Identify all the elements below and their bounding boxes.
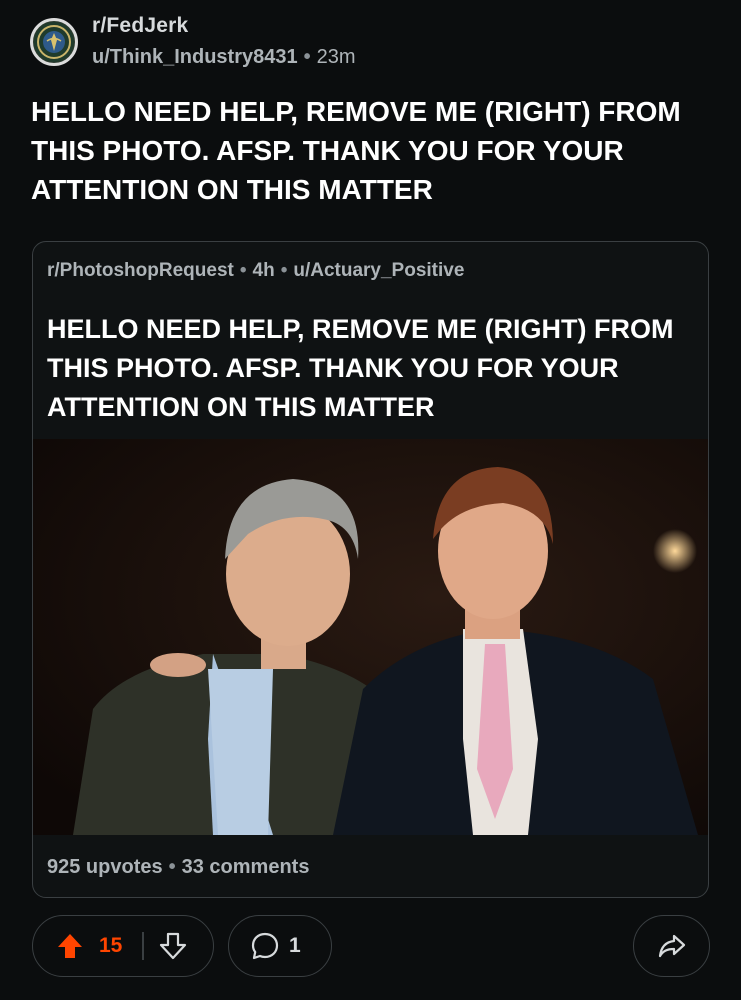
crosspost-subreddit[interactable]: r/PhotoshopRequest — [47, 260, 234, 281]
meta-separator: • — [303, 46, 311, 68]
share-button[interactable] — [633, 915, 710, 977]
meta-separator: • — [168, 856, 176, 878]
reddit-post-view: r/FedJerk u/Think_Industry8431 • 23m HELLO… — [0, 0, 741, 1000]
crosspost-meta: r/PhotoshopRequest • 4h • u/Actuary_Positive — [47, 260, 464, 282]
post-author[interactable]: u/Think_Industry8431 — [92, 46, 298, 68]
crosspost-card[interactable]: r/PhotoshopRequest • 4h • u/Actuary_Positive… — [32, 241, 709, 898]
comments-button[interactable]: 1 — [228, 915, 332, 977]
downvote-arrow-icon[interactable] — [158, 931, 188, 961]
crosspost-title[interactable]: HELLO NEED HELP, REMOVE ME (RIGHT) FROM … — [47, 310, 687, 427]
share-arrow-icon — [656, 930, 688, 962]
upvote-arrow-icon[interactable] — [55, 931, 85, 961]
photo-illustration — [33, 439, 708, 835]
vote-divider — [142, 932, 144, 960]
post-photo[interactable] — [33, 439, 708, 835]
meta-separator: • — [280, 260, 288, 281]
post-age: 23m — [316, 46, 356, 68]
comment-count: 1 — [289, 934, 301, 957]
post-meta: u/Think_Industry8431 • 23m — [92, 46, 356, 69]
seal-icon — [34, 22, 74, 62]
crosspost-stats: 925 upvotes • 33 comments — [47, 856, 309, 879]
comment-total[interactable]: 33 comments — [182, 856, 310, 878]
comment-bubble-icon — [249, 930, 281, 962]
vote-control: 15 — [32, 915, 214, 977]
subreddit-avatar[interactable] — [30, 18, 78, 66]
crosspost-age: 4h — [252, 260, 275, 281]
meta-separator: • — [239, 260, 247, 281]
crosspost-author[interactable]: u/Actuary_Positive — [293, 260, 464, 281]
upvote-total: 925 upvotes — [47, 856, 163, 878]
post-title[interactable]: HELLO NEED HELP, REMOVE ME (RIGHT) FROM … — [31, 92, 721, 209]
vote-count: 15 — [99, 934, 123, 957]
subreddit-name[interactable]: r/FedJerk — [92, 14, 188, 38]
